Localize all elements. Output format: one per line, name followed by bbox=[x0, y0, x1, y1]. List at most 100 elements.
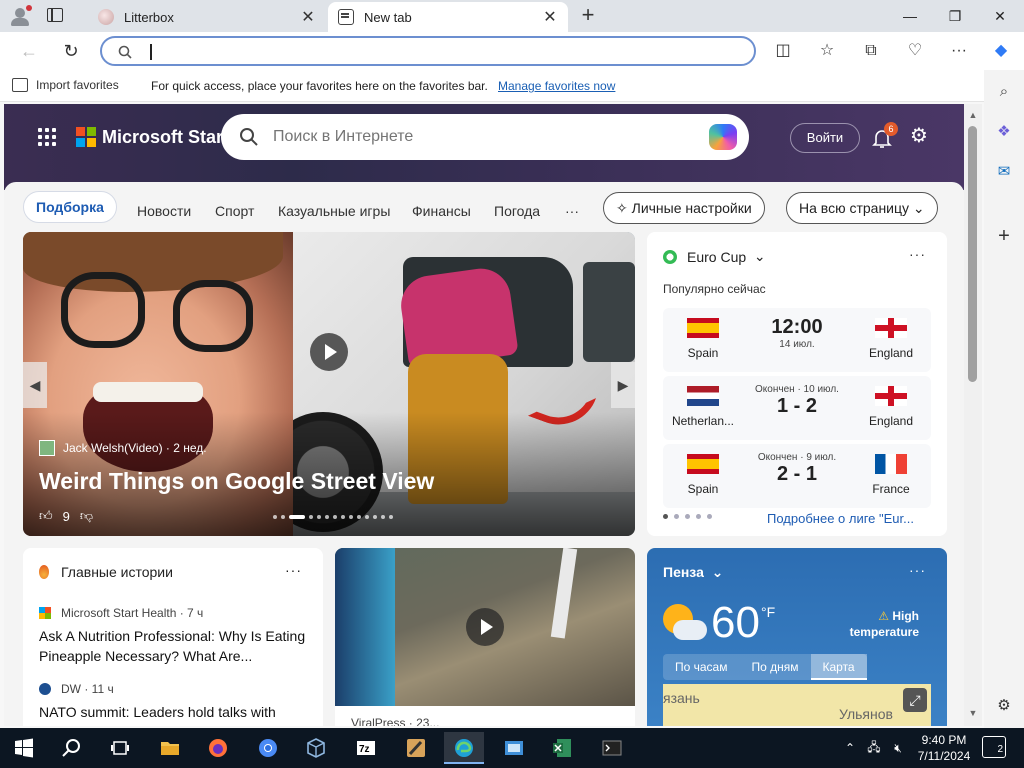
refresh-button[interactable]: ↻ bbox=[58, 38, 84, 64]
7zip-button[interactable]: 7z bbox=[346, 732, 386, 764]
search-icon bbox=[240, 128, 258, 146]
nav-tab-news[interactable]: Новости bbox=[137, 196, 191, 226]
virtualbox-button[interactable] bbox=[296, 732, 336, 764]
thumbs-up-icon[interactable]: 👍︎ bbox=[39, 508, 53, 524]
play-icon[interactable] bbox=[310, 333, 348, 371]
source-label: Jack Welsh(Video) · 2 нед. bbox=[63, 441, 207, 455]
file-explorer-button[interactable] bbox=[150, 732, 190, 764]
browser-essentials-icon[interactable]: ♡ bbox=[904, 40, 926, 62]
web-search-input[interactable] bbox=[273, 126, 693, 148]
france-flag-icon bbox=[875, 454, 907, 474]
app-launcher-icon[interactable] bbox=[38, 128, 56, 146]
match-row[interactable]: Netherlan... Окончен · 10 июл. 1 - 2 Engl… bbox=[663, 376, 931, 440]
sidebar-settings-icon[interactable]: ⚙ bbox=[992, 694, 1016, 718]
edge-button[interactable] bbox=[444, 732, 484, 764]
tab-map[interactable]: Карта bbox=[810, 654, 867, 680]
app-window-button[interactable] bbox=[494, 732, 534, 764]
nav-tab-featured[interactable]: Подборка bbox=[23, 191, 117, 223]
tab-litterbox[interactable]: Litterbox ✕ bbox=[88, 2, 326, 32]
address-bar[interactable] bbox=[100, 36, 756, 66]
expand-map-icon[interactable]: ⤢ bbox=[903, 688, 927, 712]
address-input[interactable] bbox=[152, 42, 742, 60]
card-more-button[interactable]: ··· bbox=[909, 562, 926, 578]
favorites-message: For quick access, place your favorites h… bbox=[151, 79, 488, 93]
terminal-button[interactable] bbox=[592, 732, 632, 764]
card-more-button[interactable]: ··· bbox=[909, 246, 926, 262]
profile-icon[interactable] bbox=[8, 5, 32, 27]
new-tab-favicon-icon bbox=[338, 9, 354, 25]
volume-muted-icon[interactable]: 🔇︎ bbox=[886, 741, 910, 756]
layout-dropdown[interactable]: На всю страницу ⌄ bbox=[786, 192, 938, 224]
tab-actions-icon[interactable] bbox=[47, 8, 63, 22]
weather-map[interactable]: язань Ульянов ⤢ bbox=[663, 684, 931, 726]
scroll-thumb[interactable] bbox=[968, 126, 977, 382]
web-search-box[interactable] bbox=[221, 114, 749, 160]
nav-tab-sport[interactable]: Спорт bbox=[215, 196, 254, 226]
close-tab-icon[interactable]: ✕ bbox=[300, 7, 316, 27]
close-window-button[interactable]: ✕ bbox=[986, 4, 1014, 28]
new-tab-button[interactable]: + bbox=[578, 4, 598, 27]
start-button[interactable] bbox=[4, 732, 44, 764]
weather-alert[interactable]: ⚠ High temperature bbox=[843, 608, 919, 640]
page-settings-icon[interactable]: ⚙ bbox=[910, 125, 932, 147]
split-screen-icon[interactable]: ◫ bbox=[772, 40, 794, 62]
featured-title[interactable]: Weird Things on Google Street View bbox=[39, 468, 434, 495]
nav-tab-casual-games[interactable]: Казуальные игры bbox=[278, 196, 390, 226]
carousel-next-icon[interactable]: ▶ bbox=[611, 362, 635, 408]
euro-pager[interactable] bbox=[663, 514, 712, 519]
carousel-pager[interactable] bbox=[273, 515, 393, 519]
import-favorites-button[interactable]: Import favorites bbox=[12, 78, 119, 92]
story-item[interactable]: DW · 11 ч NATO summit: Leaders hold talk… bbox=[39, 682, 309, 722]
add-app-icon[interactable]: + bbox=[992, 224, 1016, 248]
minimize-button[interactable]: — bbox=[896, 4, 924, 28]
favorites-star-icon[interactable]: ☆ bbox=[816, 40, 838, 62]
scroll-up-icon[interactable]: ▲ bbox=[967, 110, 979, 120]
restore-button[interactable]: ❐ bbox=[941, 4, 969, 28]
firefox-button[interactable] bbox=[198, 732, 238, 764]
excel-button[interactable] bbox=[542, 732, 582, 764]
back-button[interactable]: ← bbox=[16, 38, 42, 64]
task-view-button[interactable] bbox=[100, 732, 140, 764]
page-scrollbar[interactable]: ▲ ▼ bbox=[964, 104, 982, 726]
weather-city[interactable]: Пенза ⌄ bbox=[663, 564, 723, 581]
chromium-button[interactable] bbox=[248, 732, 288, 764]
tab-hourly[interactable]: По часам bbox=[663, 654, 739, 680]
start-header: Microsoft Start Войти 6 ⚙ bbox=[4, 104, 964, 190]
euro-cup-header[interactable]: Euro Cup ⌄ bbox=[663, 248, 766, 265]
close-tab-icon[interactable]: ✕ bbox=[542, 7, 558, 27]
match-row[interactable]: Spain 12:00 14 июл. England bbox=[663, 308, 931, 372]
play-icon[interactable] bbox=[466, 608, 504, 646]
match-row[interactable]: Spain Окончен · 9 июл. 2 - 1 France bbox=[663, 444, 931, 508]
copilot-icon[interactable] bbox=[709, 124, 737, 150]
story-item[interactable]: Microsoft Start Health · 7 ч Ask A Nutri… bbox=[39, 606, 309, 666]
nav-more-button[interactable]: ··· bbox=[565, 196, 579, 226]
notification-count-badge: 6 bbox=[884, 122, 898, 136]
show-hidden-icons-icon[interactable]: ⌃ bbox=[838, 741, 862, 755]
collections-icon[interactable]: ⧉ bbox=[860, 40, 882, 62]
personalize-button[interactable]: ✧ Личные настройки bbox=[603, 192, 765, 224]
nav-tab-finance[interactable]: Финансы bbox=[412, 196, 471, 226]
search-button[interactable] bbox=[52, 732, 92, 764]
outlook-icon[interactable]: ✉ bbox=[992, 160, 1016, 184]
tab-new-tab[interactable]: New tab ✕ bbox=[328, 2, 568, 32]
video-card[interactable]: ViralPress · 23... bbox=[335, 548, 635, 726]
thumbs-down-icon[interactable]: 👎︎ bbox=[80, 508, 93, 524]
paint-app-button[interactable] bbox=[396, 732, 436, 764]
sign-in-button[interactable]: Войти bbox=[790, 123, 860, 153]
more-menu-icon[interactable]: ··· bbox=[948, 40, 970, 62]
featured-video-card[interactable]: ◀ ▶ Jack Welsh(Video) · 2 нед. Weird Thi… bbox=[23, 232, 635, 536]
tab-strip: Litterbox ✕ New tab ✕ + — ❐ ✕ bbox=[0, 0, 1024, 32]
copilot-icon[interactable]: ◆ bbox=[990, 40, 1012, 62]
network-icon[interactable]: 🖧︎ bbox=[862, 738, 886, 759]
scroll-down-icon[interactable]: ▼ bbox=[967, 708, 979, 718]
notification-center-icon[interactable]: 2 bbox=[982, 736, 1006, 758]
league-details-link[interactable]: Подробнее о лиге "Eur... bbox=[767, 511, 937, 526]
clock[interactable]: 9:40 PM 7/11/2024 bbox=[912, 732, 976, 764]
nav-tab-weather[interactable]: Погода bbox=[494, 196, 540, 226]
search-icon[interactable]: ⌕ bbox=[992, 80, 1016, 104]
card-more-button[interactable]: ··· bbox=[285, 562, 302, 578]
manage-favorites-link[interactable]: Manage favorites now bbox=[498, 79, 615, 93]
tab-daily[interactable]: По дням bbox=[739, 654, 810, 680]
copilot-sidebar-icon[interactable]: ❖ bbox=[992, 120, 1016, 144]
carousel-prev-icon[interactable]: ◀ bbox=[23, 362, 47, 408]
